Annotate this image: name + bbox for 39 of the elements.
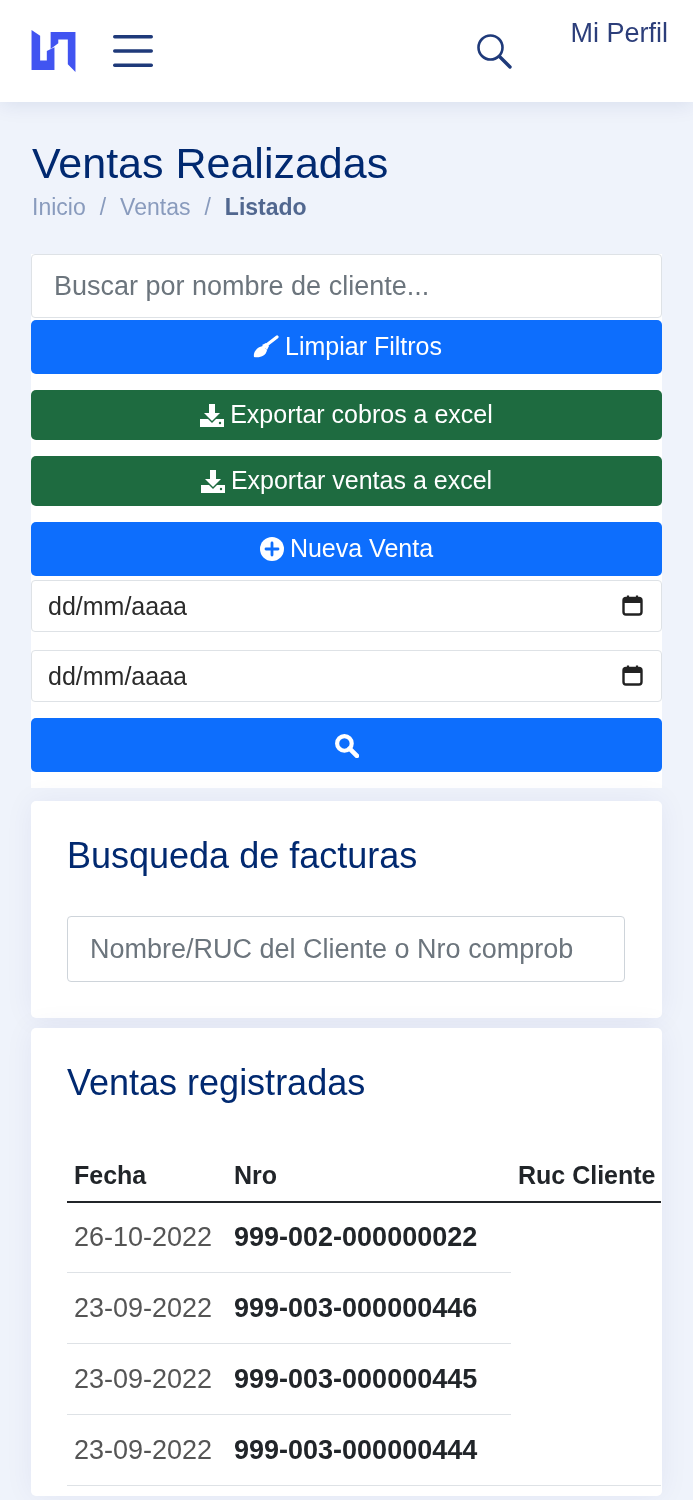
download-icon xyxy=(200,469,225,493)
plus-circle-icon xyxy=(259,537,284,562)
date-field[interactable]: dd/mm/aaaa xyxy=(31,580,662,633)
new-sale-button[interactable]: Nueva Venta xyxy=(31,522,662,577)
invoice-number-cell: 999-002-000000022 xyxy=(227,1201,511,1273)
column-header: Nro xyxy=(227,1149,511,1202)
search-icon[interactable] xyxy=(476,33,513,69)
invoice-number-cell: 999-003-000000444 xyxy=(227,1414,511,1486)
breadcrumb-separator: / xyxy=(99,192,107,222)
invoice-search-field[interactable]: Nombre/RUC del Cliente o Nro comprob xyxy=(67,916,625,983)
broom-icon xyxy=(251,335,279,360)
export-button[interactable]: Exportar cobros a excel xyxy=(31,390,662,441)
page-title: Ventas Realizadas xyxy=(32,138,390,189)
calendar-icon[interactable] xyxy=(622,595,643,617)
breadcrumb-link[interactable]: Inicio xyxy=(32,189,86,225)
date-cell: 23-09-2022 xyxy=(67,1343,227,1415)
breadcrumb-link[interactable]: Ventas xyxy=(120,189,191,225)
download-icon xyxy=(200,403,225,427)
calendar-icon[interactable] xyxy=(622,665,643,687)
date-cell: 23-09-2022 xyxy=(67,1414,227,1486)
column-header: Ruc Cliente xyxy=(511,1149,661,1202)
invoice-number-cell: 999-003-000000446 xyxy=(227,1272,511,1344)
breadcrumb-current: Listado xyxy=(224,192,307,222)
search-field[interactable]: Buscar por nombre de cliente... xyxy=(31,254,662,319)
card-title: Busqueda de facturas xyxy=(67,835,419,877)
column-header: Fecha xyxy=(67,1149,227,1202)
menu-icon[interactable] xyxy=(113,34,153,68)
breadcrumb-separator: / xyxy=(204,192,211,222)
profile-link[interactable]: Mi Perfil xyxy=(570,17,668,50)
date-cell: 23-09-2022 xyxy=(67,1272,227,1344)
card-title: Ventas registradas xyxy=(67,1062,367,1104)
search-icon xyxy=(334,732,359,758)
export-button[interactable]: Exportar ventas a excel xyxy=(31,456,662,507)
invoice-number-cell: 999-003-000000445 xyxy=(227,1343,511,1415)
date-cell: 26-10-2022 xyxy=(67,1201,227,1273)
clear-filters-button[interactable]: Limpiar Filtros xyxy=(31,320,662,375)
date-field[interactable]: dd/mm/aaaa xyxy=(31,650,662,703)
logo-icon[interactable] xyxy=(30,30,77,72)
search-button[interactable] xyxy=(31,718,662,773)
